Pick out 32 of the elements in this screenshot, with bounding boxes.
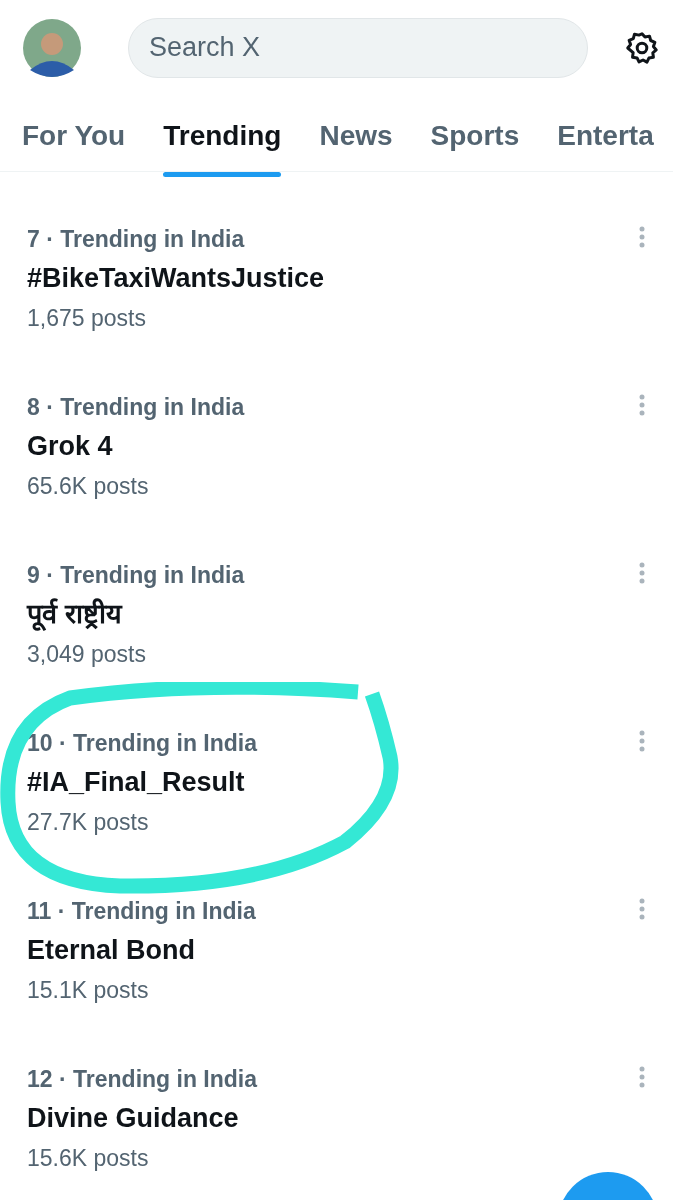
post-count: 15.1K posts [27,976,150,1005]
trend-context: 7 · Trending in India [27,225,246,254]
more-icon[interactable] [639,730,645,752]
post-count: 27.7K posts [27,808,150,837]
more-icon[interactable] [639,898,645,920]
tab[interactable]: For You [22,95,126,179]
more-icon[interactable] [639,562,645,584]
settings-icon[interactable] [624,29,660,66]
more-icon[interactable] [639,394,645,416]
trend-context: 11 · Trending in India [27,897,256,926]
trend-context: 10 · Trending in India [27,729,258,758]
trend-title[interactable]: Grok 4 [27,424,245,468]
tab[interactable]: Trending [163,95,282,179]
post-count: 1,675 posts [27,304,147,333]
trend-context: 12 · Trending in India [27,1065,258,1094]
tab[interactable]: News [319,95,393,179]
avatar[interactable] [22,17,82,78]
trend-context: 9 · Trending in India [27,561,245,590]
more-icon[interactable] [639,226,645,248]
more-icon[interactable] [639,1066,645,1088]
trend-title[interactable]: #IA_Final_Result [27,760,258,804]
post-count: 65.6K posts [27,472,150,501]
post-count: 3,049 posts [27,640,147,669]
tab[interactable]: Enterta [557,95,654,179]
trend-context: 8 · Trending in India [27,393,245,422]
tab[interactable]: Sports [430,95,520,179]
trend-title[interactable]: Eternal Bond [27,928,256,972]
trend-title[interactable]: पूर्व राष्ट्रीय [27,592,245,636]
trend-title[interactable]: Divine Guidance [27,1096,258,1140]
search-field[interactable]: Search X [128,17,588,78]
trend-title[interactable]: #BikeTaxiWantsJustice [27,256,325,300]
post-count: 15.6K posts [27,1144,150,1173]
